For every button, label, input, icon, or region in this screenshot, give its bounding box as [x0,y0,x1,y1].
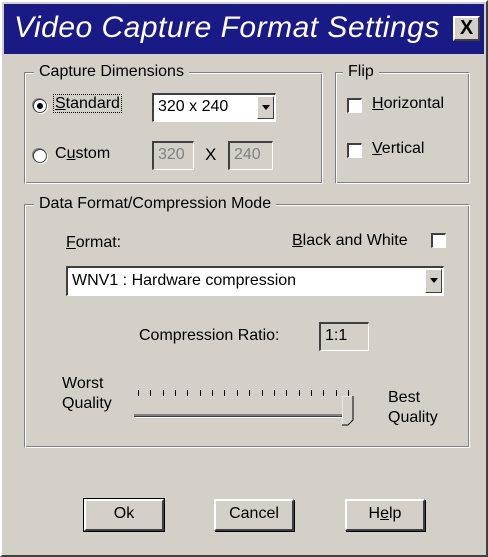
best-line2: Quality [388,409,438,426]
capture-dimensions-legend: Capture Dimensions [34,63,189,81]
chevron-down-icon [430,278,438,283]
quality-slider-thumb[interactable] [342,396,354,426]
close-icon: X [459,17,474,39]
standard-radio[interactable] [33,99,47,113]
compression-ratio-label: Compression Ratio: [139,327,280,344]
vertical-checkbox[interactable] [347,143,362,158]
horizontal-label-accel: H [372,95,384,112]
cancel-button-label: Cancel [229,505,279,522]
format-dropdown-button[interactable] [425,269,442,293]
help-label-accel: e [380,505,389,522]
close-button[interactable]: X [453,16,480,41]
standard-radio-dot [37,103,43,109]
quality-slider-ticks [132,390,367,398]
custom-label-rest: stom [75,145,111,162]
quality-slider-track [134,414,349,418]
slider-tick [323,390,324,396]
black-and-white-checkbox[interactable] [431,233,446,248]
chevron-down-icon [262,105,270,110]
ok-button[interactable]: Ok [83,498,165,532]
flip-legend: Flip [343,63,379,81]
data-format-legend: Data Format/Compression Mode [34,195,277,213]
slider-tick [224,390,225,396]
flip-group [335,72,470,184]
slider-tick [187,390,188,396]
slider-tick [249,390,250,396]
slider-tick [336,390,337,396]
best-quality-label: Best Quality [388,388,438,428]
slider-tick [175,390,176,396]
custom-width-value: 320 [158,146,185,163]
horizontal-label[interactable]: Horizontal [372,95,444,113]
standard-size-dropdown[interactable]: 320 x 240 [152,93,276,122]
format-dropdown[interactable]: WNV1 : Hardware compression [66,266,444,296]
slider-tick [311,390,312,396]
custom-height-value: 240 [234,146,261,163]
video-capture-format-dialog: Video Capture Format Settings X Capture … [0,0,488,557]
slider-tick [286,390,287,396]
horizontal-checkbox[interactable] [347,98,362,113]
best-line1: Best [388,389,421,406]
quality-slider[interactable] [132,390,367,430]
format-value: WNV1 : Hardware compression [72,272,297,289]
custom-label[interactable]: Custom [55,145,110,163]
worst-line2: Quality [62,395,112,412]
slider-tick [138,390,139,396]
black-and-white-label-rest: lack and White [302,232,408,249]
help-label-h: H [368,505,381,522]
worst-line1: Worst [62,375,104,392]
title-bar[interactable]: Video Capture Format Settings X [4,4,484,54]
custom-label-c: C [55,145,67,162]
custom-width-field[interactable]: 320 [152,141,194,170]
format-label-accel: F [66,234,76,251]
ok-button-label: Ok [113,505,135,522]
slider-tick [262,390,263,396]
cancel-button[interactable]: Cancel [214,499,294,531]
vertical-label-rest: ertical [381,140,425,157]
black-and-white-label[interactable]: Black and White [292,232,408,250]
format-label: Format: [66,234,121,252]
dialog-title: Video Capture Format Settings [14,11,440,44]
slider-tick [212,390,213,396]
standard-label[interactable]: Standard [53,94,122,113]
horizontal-label-rest: orizontal [383,95,445,112]
custom-radio[interactable] [33,149,47,163]
help-button[interactable]: Help [345,499,425,531]
standard-focus-rect: Standard [53,94,122,113]
standard-label-rest: tandard [65,95,120,112]
compression-ratio-field: 1:1 [319,322,369,351]
standard-size-dropdown-button[interactable] [257,96,274,119]
help-label-rest: lp [389,505,402,522]
slider-tick [200,390,201,396]
standard-size-value: 320 x 240 [158,98,229,115]
slider-tick [163,390,164,396]
standard-label-accel: S [55,95,66,112]
help-button-label: Help [369,505,402,522]
slider-tick [237,390,238,396]
vertical-label-accel: V [372,140,382,157]
compression-ratio-value: 1:1 [325,327,348,344]
format-label-rest: ormat: [75,234,122,251]
vertical-label[interactable]: Vertical [372,140,424,158]
custom-height-field[interactable]: 240 [228,141,273,170]
slider-tick [274,390,275,396]
worst-quality-label: Worst Quality [62,374,112,414]
slider-tick [299,390,300,396]
slider-tick [150,390,151,396]
custom-size-separator: X [205,145,217,164]
black-and-white-label-accel: B [292,232,303,249]
